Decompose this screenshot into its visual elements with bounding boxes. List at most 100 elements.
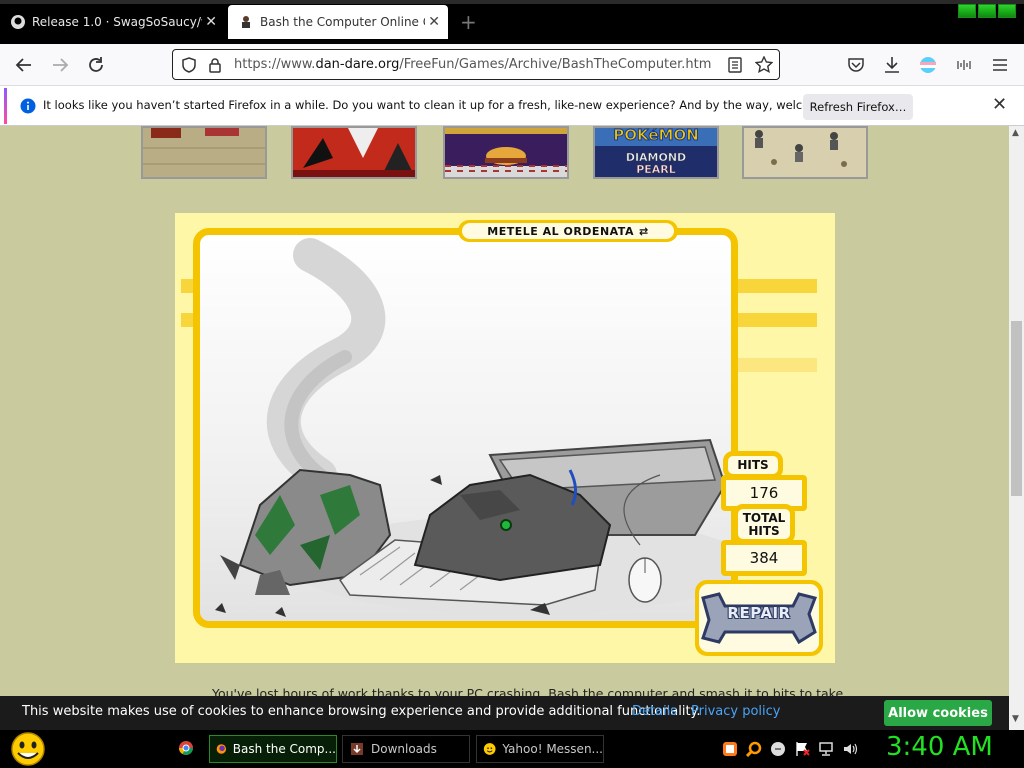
total-hits-counter: 384 [721,540,807,576]
scrollbar-thumb[interactable] [1011,321,1022,496]
url-prefix: https://www. [234,57,316,72]
yahoo-messenger-icon [483,743,496,755]
reload-button[interactable] [84,53,108,77]
tab-close-icon[interactable]: ✕ [428,14,440,30]
debris [215,603,226,613]
total-hits-label: TOTAL HITS [733,504,795,544]
swap-arrows-icon: ⇄ [638,224,649,238]
navigation-toolbar: https://www.dan-dare.org/FreeFun/Games/A… [0,44,1024,86]
taskbar-item-label: Yahoo! Messen... [502,742,603,756]
game-decor-band [735,358,817,372]
firefox-refresh-notification: It looks like you haven’t started Firefo… [0,86,1024,126]
maximize-window-button[interactable] [978,4,996,18]
tray-search-icon[interactable] [746,741,762,757]
cookie-details-link[interactable]: Details [632,704,677,719]
thumbnail-image [143,128,265,177]
refresh-firefox-button[interactable]: Refresh Firefox… [803,94,913,120]
menu-hamburger-icon[interactable] [991,57,1009,73]
debris [275,607,286,617]
game-thumbnail-5[interactable] [742,126,868,179]
power-led [500,519,512,531]
tab-title: Bash the Computer Online Gam [260,15,425,29]
forward-arrow-icon [53,58,69,72]
back-button[interactable] [12,53,36,77]
taskbar: Bash the Comp... Downloads Yahoo! Messen… [0,730,1024,768]
url-bar[interactable]: https://www.dan-dare.org/FreeFun/Games/A… [172,49,780,80]
scroll-down-arrow-icon[interactable]: ▼ [1012,714,1019,724]
notification-message: It looks like you haven’t started Firefo… [43,98,864,112]
smiley-start-button-icon[interactable] [8,731,48,767]
game-thumbnail-4[interactable]: POKéMON DIAMOND PEARL [593,126,719,179]
game-thumbnail-1[interactable] [141,126,267,179]
tab-release[interactable]: Release 1.0 · SwagSoSaucy/who ✕ [0,5,225,39]
privacy-policy-link[interactable]: Privacy policy [691,704,780,719]
game-decor-band [735,279,817,293]
notification-close-icon[interactable]: ✕ [992,94,1007,115]
chrome-icon[interactable] [178,740,194,756]
close-window-button[interactable] [998,4,1016,18]
url-domain: dan-dare.org [315,57,400,72]
game-title: METELE AL ORDENATA ⇄ [462,223,674,239]
repair-button-face: REPAIR [699,584,819,652]
reader-view-icon[interactable] [728,57,742,73]
tray-volume-icon[interactable] [842,741,858,757]
game-title-text: METELE AL ORDENATA [487,224,634,238]
tray-app-icon[interactable] [722,741,738,757]
tab-title: Release 1.0 · SwagSoSaucy/who [32,15,202,29]
tab-strip-border [0,0,1024,4]
tray-network-icon[interactable] [818,741,834,757]
firefox-icon [216,744,227,754]
downloads-folder-icon [351,743,363,755]
game-decor-band [735,313,817,327]
thumbnail-image [744,128,866,177]
thumbnail-caption-pearl: PEARL [636,163,676,176]
page-content: POKéMON DIAMOND PEARL METELE AL ORDENATA… [0,126,1009,730]
cookie-message: This website makes use of cookies to enh… [22,704,701,719]
minimize-window-button[interactable] [958,4,976,18]
back-arrow-icon [15,58,31,72]
game-container[interactable]: METELE AL ORDENATA ⇄ HITS 176 TOTAL HITS 3… [175,213,835,663]
debris [220,555,240,580]
debris [430,475,442,485]
tab-close-icon[interactable]: ✕ [205,14,217,30]
thumbnail-image [445,128,567,177]
reload-icon [89,57,103,72]
tab-bash-the-computer[interactable]: Bash the Computer Online Gam ✕ [228,5,448,39]
thumbnail-image: POKéMONDIAMONDPEARL [595,126,717,177]
total-hits-label-line2: HITS [748,524,780,538]
tray-flag-icon[interactable] [794,741,810,757]
url-text[interactable]: https://www.dan-dare.org/FreeFun/Games/A… [234,57,711,72]
bookmark-star-icon[interactable] [755,56,773,74]
taskbar-clock[interactable]: 3:40 AM [886,732,993,762]
taskbar-item-firefox[interactable]: Bash the Comp... [209,735,337,763]
info-icon [20,98,36,114]
cookie-consent-bar: This website makes use of cookies to enh… [0,696,1009,730]
allow-cookies-button[interactable]: Allow cookies [884,700,992,726]
thumbnail-image [293,128,415,177]
downloads-icon[interactable] [883,55,901,75]
taskbar-item-downloads[interactable]: Downloads [342,735,470,763]
scroll-up-arrow-icon[interactable]: ▲ [1012,128,1019,138]
shield-icon[interactable] [181,57,197,73]
game-thumbnail-3[interactable] [443,126,569,179]
thumbnail-caption-pokemon: POKéMON [613,128,699,144]
repair-button[interactable]: REPAIR [695,580,823,656]
extensions-icon[interactable] [955,57,973,73]
taskbar-item-label: Downloads [371,742,437,756]
game-title-banner: METELE AL ORDENATA ⇄ [458,220,678,242]
github-icon [11,15,25,29]
tab-strip: Release 1.0 · SwagSoSaucy/who ✕ Bash the… [0,0,1024,44]
pocket-icon[interactable] [847,56,865,74]
account-icon[interactable] [919,56,937,74]
repair-label: REPAIR [727,604,791,622]
new-tab-button[interactable]: + [460,10,477,34]
game-thumbnail-2[interactable] [291,126,417,179]
forward-button[interactable] [48,53,72,77]
tray-emoji-icon[interactable] [770,741,786,757]
page-scrollbar[interactable]: ▲ ▼ [1009,126,1024,730]
game-screen[interactable] [193,228,738,628]
lock-icon[interactable] [208,57,222,73]
notification-accent-bar [4,88,7,124]
taskbar-item-yahoo-messenger[interactable]: Yahoo! Messen... [476,735,604,763]
smashed-computer-scene [215,238,731,617]
